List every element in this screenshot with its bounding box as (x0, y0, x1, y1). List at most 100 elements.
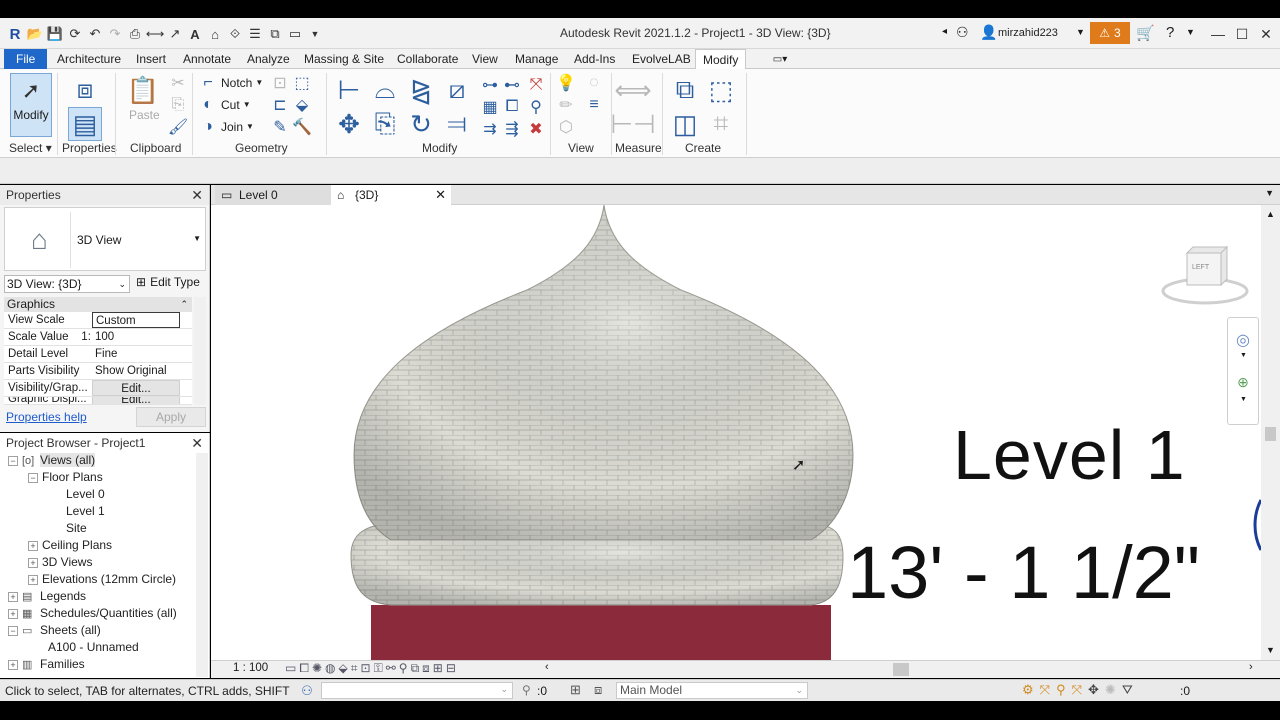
tree-item-schedules[interactable]: + ▦ Schedules/Quantities (all) (8, 605, 177, 622)
match-type-icon[interactable]: 🖌 (168, 117, 188, 137)
view-tab-level-0[interactable]: ▭ Level 0 (215, 185, 331, 205)
tab-collaborate[interactable]: Collaborate (390, 49, 465, 69)
tree-item-families[interactable]: + ▥ Families (8, 656, 85, 673)
tree-item-site[interactable]: Site (66, 520, 87, 537)
tab-annotate[interactable]: Annotate (176, 49, 238, 69)
array-icon[interactable]: ▦ (480, 97, 500, 117)
zoom-region-icon[interactable]: ⊕ (1233, 372, 1253, 392)
join-button[interactable]: ◑ Join ▼ (198, 117, 254, 136)
offset-icon[interactable]: ⌓ (368, 73, 402, 107)
create-assembly-icon[interactable]: ⧉ (668, 73, 702, 107)
cart-icon[interactable]: 🛒 (1136, 24, 1155, 42)
tab-list-icon[interactable]: ▼ (1265, 188, 1274, 198)
switch-windows-icon[interactable]: ▭ (286, 25, 304, 43)
tab-insert[interactable]: Insert (129, 49, 173, 69)
tree-item-level-0[interactable]: Level 0 (66, 486, 105, 503)
parts-visibility-field[interactable]: Show Original (92, 363, 180, 379)
properties-help-link[interactable]: Properties help (6, 410, 87, 424)
print-icon[interactable]: ⎙ (126, 25, 144, 43)
graphic-display-edit-button[interactable]: Edit... (92, 397, 180, 404)
dimension-icon[interactable]: ↗ (166, 25, 184, 43)
filter-icon[interactable]: ⛛ (1122, 682, 1133, 698)
editable-only-icon[interactable]: ⚲ (522, 683, 531, 697)
undo-icon[interactable]: ↶ (86, 25, 104, 43)
scroll-down-icon[interactable]: ▼ (1266, 645, 1275, 655)
redo-icon[interactable]: ↷ (106, 25, 124, 43)
beam-column-joins-icon[interactable]: ✎ (270, 117, 290, 137)
view-scale-field[interactable]: Custom (92, 312, 180, 328)
split-face-icon[interactable]: ⬚ (292, 73, 312, 93)
measure-icon[interactable]: ⟷ (146, 25, 165, 43)
view-graphics-icon[interactable]: ≡ (584, 95, 604, 115)
scale-icon[interactable]: ⧠ (502, 97, 522, 117)
extend-multiple-icon[interactable]: ⇶ (502, 119, 522, 139)
view-tab-close-icon[interactable]: ✕ (435, 185, 446, 205)
view-scale-label[interactable]: 1 : 100 (233, 662, 268, 674)
active-design-option-combo[interactable]: Main Model ⌄ (616, 682, 808, 699)
show-crop-icon[interactable]: ⊡ (361, 661, 371, 676)
tree-item-ceiling-plans[interactable]: + Ceiling Plans (28, 537, 112, 554)
reveal-hidden-icon[interactable]: ⚲ (399, 661, 408, 676)
paint-icon[interactable]: ⬙ (292, 95, 312, 115)
tree-item-elevations[interactable]: + Elevations (12mm Circle) (28, 571, 176, 588)
apply-button[interactable]: Apply (136, 407, 206, 427)
wall-joins-icon[interactable]: ⊡ (270, 73, 290, 93)
section-icon[interactable]: ⟐ (226, 25, 244, 43)
panel-select[interactable]: Select ▾ (9, 141, 52, 155)
view-tab-3d[interactable]: ⌂ {3D} ✕ (331, 185, 451, 205)
drag-on-selection-icon[interactable]: ✥ (1088, 682, 1099, 698)
properties-icon[interactable]: ▤ (68, 107, 102, 141)
chevron-down-icon[interactable]: ▼ (1240, 396, 1247, 403)
cut-button[interactable]: ◐ Cut ▼ (198, 95, 250, 114)
linework-icon[interactable]: ✏ (556, 95, 576, 115)
tab-evolvelab[interactable]: EvolveLAB (625, 49, 698, 69)
properties-close-icon[interactable]: ✕ (191, 187, 203, 204)
worksets-icon[interactable]: ⚇ (298, 682, 316, 700)
select-links-icon[interactable]: ⚙ (1022, 682, 1034, 698)
open-icon[interactable]: 📂 (26, 25, 44, 43)
binoculars-icon[interactable]: ⚇ (956, 24, 969, 41)
copy-icon[interactable]: ⎘ (168, 95, 188, 115)
tab-analyze[interactable]: Analyze (240, 49, 297, 69)
save-icon[interactable]: 💾 (46, 25, 64, 43)
lock-3d-view-icon[interactable]: ⚿ (374, 661, 383, 676)
edit-type-button[interactable]: ⊞ Edit Type (136, 275, 200, 289)
canvas-vertical-scrollbar[interactable]: ▲ ▼ (1261, 205, 1280, 660)
visibility-graphics-edit-button[interactable]: Edit... (92, 380, 180, 396)
tab-file[interactable]: File (4, 49, 48, 69)
pin-icon[interactable]: ⚲ (526, 97, 546, 117)
infocenter-collapse-icon[interactable]: ◂ (942, 26, 947, 37)
scale-value-field[interactable]: 100 (92, 329, 180, 345)
alert-badge[interactable]: ⚠ 3 (1090, 22, 1130, 44)
tab-view[interactable]: View (465, 49, 505, 69)
viewcube[interactable]: LEFT (1161, 239, 1251, 309)
analysis-display-icon[interactable]: ⧈ (422, 661, 430, 676)
sun-path-icon[interactable]: ✺ (312, 661, 322, 676)
background-processes-icon[interactable]: ✺ (1105, 682, 1116, 698)
notch-button[interactable]: ⌐ Notch ▼ (198, 73, 263, 92)
shadows-icon[interactable]: ◍ (325, 661, 335, 676)
text-icon[interactable]: A (186, 25, 204, 43)
tab-architecture[interactable]: Architecture (50, 49, 128, 69)
close-hidden-windows-icon[interactable]: ⧉ (266, 25, 284, 43)
exclude-options-icon[interactable]: ⧈ (594, 682, 602, 698)
highlight-displacement-icon[interactable]: ⊞ (433, 661, 443, 676)
tree-item-views[interactable]: − [o] Views (all) (8, 452, 96, 469)
unjoin-icon[interactable]: ⊏ (270, 95, 290, 115)
view-instance-selector[interactable]: 3D View: {3D} ⌄ (4, 275, 130, 293)
select-by-face-icon[interactable]: ⤧ (1072, 682, 1082, 698)
tree-item-level-1[interactable]: Level 1 (66, 503, 105, 520)
scroll-right-icon[interactable]: › (1249, 661, 1253, 673)
demolish-icon[interactable]: 🔨 (292, 117, 312, 137)
tree-item-3d-views[interactable]: +3D Views (28, 554, 92, 571)
3d-view-canvas[interactable]: Level 1 13' - 1 1/2" LEFT ◎ ▼ ⊕ ▼ ➚ (211, 205, 1261, 660)
modify-tool-button[interactable]: ➚ Modify (10, 73, 52, 137)
trim-extend-icon[interactable]: ⫤ (440, 107, 474, 141)
level-elevation-label[interactable]: 13' - 1 1/2" (847, 530, 1200, 615)
rendering-icon[interactable]: ⬙ (339, 661, 348, 676)
paste-icon[interactable]: 📋 (126, 73, 160, 107)
type-properties-icon[interactable]: ⧈ (68, 73, 102, 107)
group-graphics[interactable]: Graphics ⌃ (4, 297, 192, 312)
temporary-hide-icon[interactable]: ⚯ (386, 661, 396, 676)
override-graphics-icon[interactable]: ◌ (584, 73, 604, 93)
